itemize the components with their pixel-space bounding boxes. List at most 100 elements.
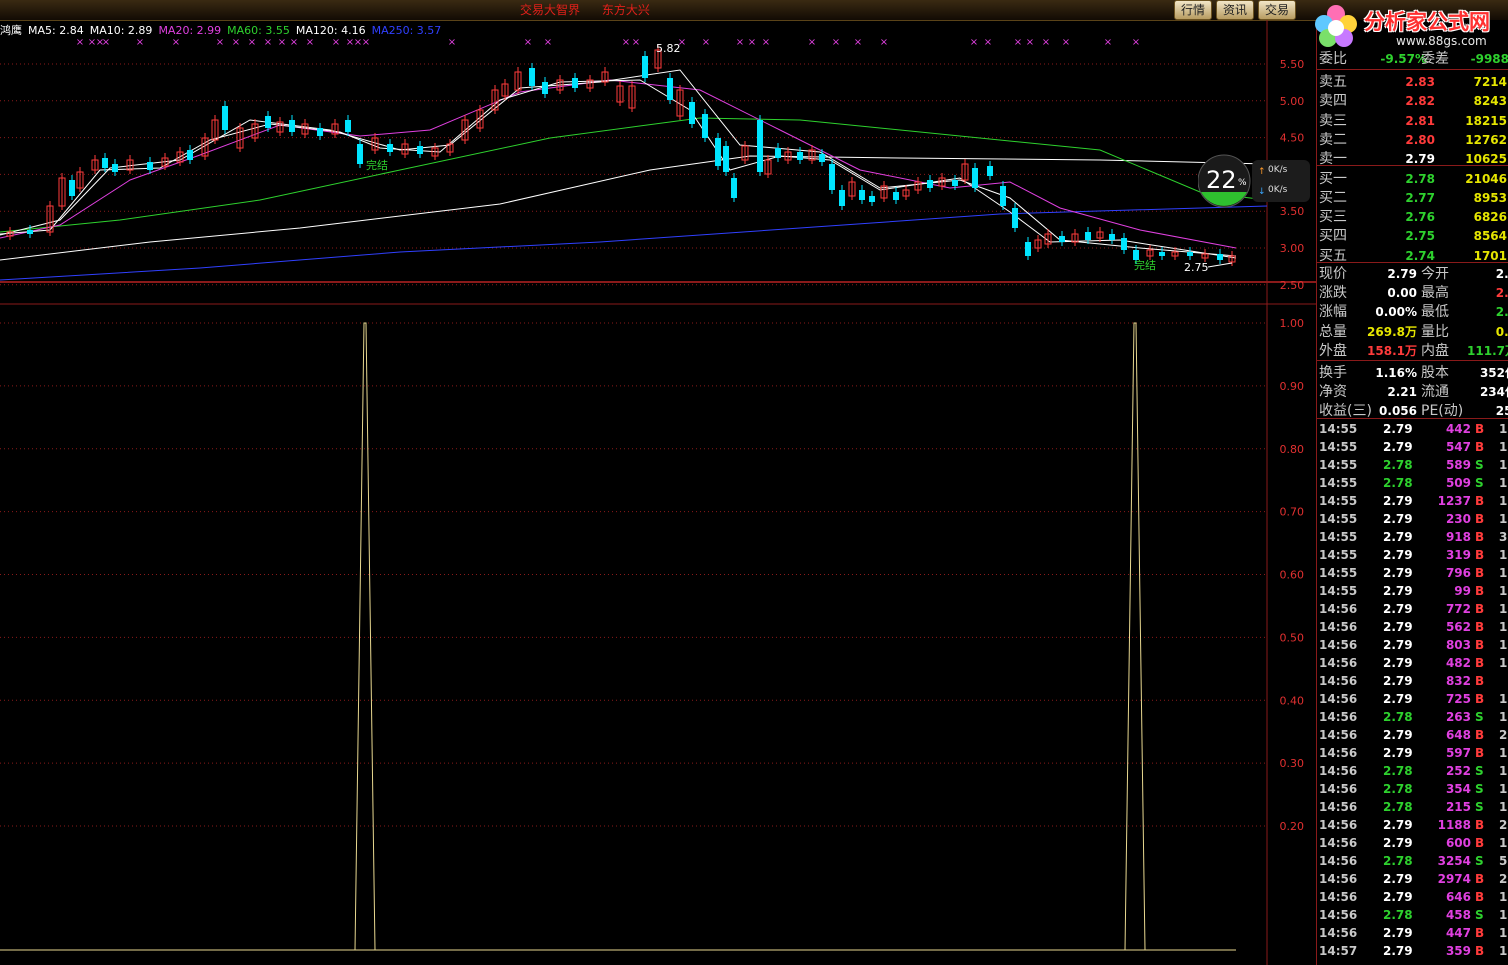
order-book-row[interactable]: 卖一 2.79 10625 [1319,150,1508,169]
ma-legend-item: MA60: 3.55 [227,24,290,37]
tick-count: 1 [1499,890,1508,904]
ma5-line [0,79,1237,259]
indicator-axis-label: 0.60 [1280,569,1305,582]
order-volume: 21046 [1465,171,1507,186]
tick-volume: 597 [1445,746,1471,760]
order-volume: 8564 [1473,229,1507,244]
order-book-row[interactable]: 买三 2.76 6826 [1319,208,1508,227]
logo-title: 分析家公式网 [1364,10,1490,34]
tick-volume: 562 [1445,620,1471,634]
order-book-row[interactable]: 买二 2.77 8953 [1319,189,1508,208]
indicator-axis-label: 0.80 [1280,443,1305,456]
svg-text:↓: ↓ [1258,187,1266,197]
quote-value: 2.8 [1495,286,1508,301]
quote-value: 0.00% [1375,305,1417,320]
tick-count: 1 [1499,710,1508,724]
tick-price: 2.79 [1383,602,1413,616]
signal-marker: × [854,37,862,48]
candle-body [417,146,423,154]
tick-side: B [1475,926,1485,940]
tick-count: 1 [1499,476,1508,490]
candle-body [869,196,875,202]
tick-volume: 646 [1445,890,1471,904]
logo-url: www.88gs.com [1396,34,1487,48]
site-logo[interactable]: 分析家公式网 www.88gs.com [1306,0,1508,52]
candle-body [987,166,993,176]
quote-row: 净资 2.21 流通 234亿 [1319,383,1508,402]
tick-volume: 447 [1445,926,1471,940]
tick-row: 14:56 2.79 482 B 1 [1319,654,1508,672]
candle-body [893,192,899,200]
candle-body [387,144,393,152]
order-price: 2.75 [1405,229,1435,244]
signal-marker: × [832,37,840,48]
signal-marker: × [970,37,978,48]
market-button[interactable]: 行情 [1174,0,1213,20]
candle-body [289,120,295,132]
tick-side: B [1475,656,1485,670]
news-button[interactable]: 资讯 [1216,0,1255,20]
trade-button[interactable]: 交易 [1258,0,1297,20]
tick-price: 2.79 [1383,746,1413,760]
order-book-row[interactable]: 卖五 2.83 7214 [1319,73,1508,92]
order-book-row[interactable]: 买一 2.78 21046 [1319,170,1508,189]
tick-count: 1 [1499,836,1508,850]
tick-time: 14:56 [1319,638,1358,652]
quote-label: 最低 [1421,304,1449,321]
tick-volume: 832 [1445,674,1471,688]
top-link-1[interactable]: 交易大智界 [520,3,580,17]
tick-price: 2.79 [1383,440,1413,454]
order-book-row[interactable]: 卖二 2.80 12762 [1319,131,1508,150]
kline-chart-area[interactable]: 5.505.004.504.003.503.002.501.000.900.80… [0,20,1316,965]
speed-percent: 22 [1206,166,1237,194]
tick-side: B [1475,890,1485,904]
order-volume: 12762 [1465,132,1507,147]
tick-volume: 547 [1445,440,1471,454]
tick-count: 1 [1499,548,1508,562]
order-price: 2.83 [1405,75,1435,89]
quote-label: 股本 [1421,365,1449,381]
tick-volume: 1237 [1437,494,1471,508]
tick-count: 1 [1499,656,1508,670]
tick-row: 14:56 2.79 447 B 1 [1319,924,1508,942]
order-book-row[interactable]: 卖三 2.81 18215 [1319,112,1508,131]
top-link-2[interactable]: 东方大兴 [602,3,650,17]
order-book-row[interactable]: 买四 2.75 8564 [1319,227,1508,246]
signal-marker: × [448,37,456,48]
svg-text:↑: ↑ [1258,167,1266,177]
tick-volume: 796 [1445,566,1471,580]
quote-label: 最高 [1421,285,1449,302]
tick-side: B [1475,818,1485,832]
tick-row: 14:56 2.78 215 S 1 [1319,798,1508,816]
tick-volume: 803 [1445,638,1471,652]
tick-price: 2.78 [1383,764,1413,778]
quote-row: 现价 2.79 今开 2.7 [1319,265,1508,284]
tick-time: 14:56 [1319,872,1358,886]
quote-value: 2.7 [1495,267,1508,281]
quote-value: 269.8万 [1367,324,1417,339]
candle-body [529,68,535,86]
tick-row: 14:55 2.79 230 B 1 [1319,510,1508,528]
indicator-axis-label: 0.90 [1280,380,1305,393]
signal-marker: × [216,37,224,48]
order-book-row[interactable]: 卖四 2.82 8243 [1319,92,1508,111]
tick-price: 2.79 [1383,656,1413,670]
signal-marker: × [1062,37,1070,48]
candle-body [1159,252,1165,256]
ma-legend-item: MA5: 2.84 [28,24,84,37]
download-speed: 0K/s [1268,185,1288,195]
tick-time: 14:55 [1319,422,1358,436]
signal-marker: × [524,37,532,48]
tick-count: 1 [1499,944,1508,958]
signal-marker: × [264,37,272,48]
tick-row: 14:56 2.78 263 S 1 [1319,708,1508,726]
quote-value: 234亿 [1479,385,1508,400]
tick-price: 2.79 [1383,674,1413,688]
order-level-label: 买三 [1319,209,1347,226]
chart-canvas[interactable]: 5.505.004.504.003.503.002.501.000.900.80… [0,20,1316,965]
tick-time: 14:56 [1319,908,1358,922]
candle-body [1085,232,1091,240]
candle-body [1109,234,1115,240]
tick-row: 14:56 2.78 354 S 1 [1319,780,1508,798]
quote-value: 0.00 [1387,286,1417,301]
